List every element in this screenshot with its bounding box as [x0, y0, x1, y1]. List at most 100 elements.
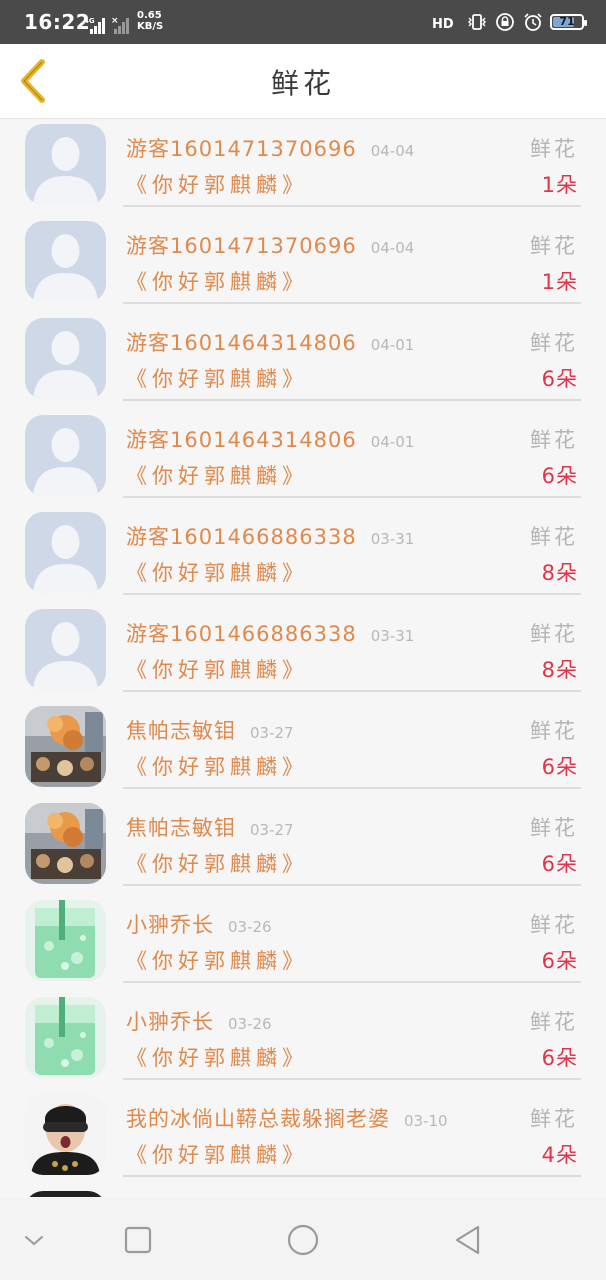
svg-text:HD: HD: [432, 17, 454, 32]
net-speed-value: 0.65: [137, 10, 162, 21]
sender-name: 游客1601464314806 04-01: [126, 327, 414, 357]
gift-date: 03-31: [370, 627, 415, 645]
battery-icon: 71: [550, 14, 587, 30]
avatar[interactable]: [25, 900, 106, 981]
page-title: 鲜花: [270, 67, 335, 100]
gift-date: 03-26: [228, 1015, 272, 1033]
divider: [123, 1175, 581, 1177]
status-time: 16:22: [24, 10, 91, 34]
sender-name: 游客1601471370696 04-04: [126, 133, 414, 163]
gift-date: 03-27: [250, 724, 294, 742]
gift-target: 《你好郭麒麟》: [126, 852, 308, 876]
gift-date: 03-31: [370, 530, 415, 548]
status-bar: 16:22 4G × 0.65 KB/S HD 71: [0, 0, 606, 44]
sender-name: 游客1601464314806 04-01: [126, 424, 414, 454]
battery-level: 71: [559, 15, 575, 28]
back-triangle-icon[interactable]: [448, 1220, 488, 1260]
divider: [123, 1078, 581, 1080]
recents-square-icon[interactable]: [118, 1220, 158, 1260]
gift-target: 《你好郭麒麟》: [126, 755, 308, 779]
gift-type: 鲜花: [530, 331, 578, 355]
alarm-icon: [524, 13, 542, 31]
gift-target: 《你好郭麒麟》: [126, 1046, 308, 1070]
gift-count: 1朵: [541, 270, 578, 294]
gift-count: 6朵: [541, 949, 578, 973]
lock-rotation-icon: [496, 13, 514, 31]
gift-type: 鲜花: [530, 137, 578, 161]
gift-date: 03-27: [250, 821, 294, 839]
sender-name-text: 游客1601471370696: [126, 137, 357, 161]
gift-type: 鲜花: [530, 234, 578, 258]
sender-name: 游客1601466886338 03-31: [126, 521, 414, 551]
gift-type: 鲜花: [530, 1107, 578, 1131]
gift-type: 鲜花: [530, 913, 578, 937]
sender-name-text: 焦帕志敏钼: [126, 719, 236, 743]
list-item[interactable]: 我的冰倘山鞯总裁躲搁老婆 03-10 鲜花《你好郭麒麟》 4朵: [0, 1089, 606, 1186]
sender-name-text: 我的冰倘山鞯总裁躲搁老婆: [126, 1107, 390, 1131]
gift-count: 6朵: [541, 464, 578, 488]
sender-name: 焦帕志敏钼 03-27: [126, 812, 294, 842]
svg-text:×: ×: [111, 16, 119, 26]
avatar[interactable]: [25, 609, 106, 690]
divider: [123, 496, 581, 498]
avatar[interactable]: [25, 1094, 106, 1175]
gift-count: 6朵: [541, 367, 578, 391]
avatar[interactable]: [25, 415, 106, 496]
gift-target: 《你好郭麒麟》: [126, 173, 308, 197]
sender-name: 游客1601466886338 03-31: [126, 618, 414, 648]
gift-type: 鲜花: [530, 816, 578, 840]
gift-target: 《你好郭麒麟》: [126, 270, 308, 294]
list-item-partial: [0, 1186, 606, 1197]
gift-date: 03-10: [404, 1112, 448, 1130]
gift-target: 《你好郭麒麟》: [126, 464, 308, 488]
avatar[interactable]: [25, 803, 106, 884]
gift-type: 鲜花: [530, 428, 578, 452]
list-item[interactable]: 游客1601466886338 03-31 鲜花 《你好郭麒麟》 8朵: [0, 507, 606, 604]
avatar[interactable]: [25, 512, 106, 593]
avatar: [25, 1191, 106, 1197]
divider: [123, 593, 581, 595]
avatar[interactable]: [25, 318, 106, 399]
avatar[interactable]: [25, 221, 106, 302]
svg-text:4G: 4G: [84, 17, 95, 25]
list-item[interactable]: 游客1601464314806 04-01 鲜花《你好郭麒麟》 6朵: [0, 410, 606, 507]
sender-name-text: 游客1601466886338: [126, 525, 357, 549]
home-circle-icon[interactable]: [283, 1220, 323, 1260]
sender-name: 小翀乔长 03-26: [126, 1006, 272, 1036]
gift-target: 《你好郭麒麟》: [126, 1143, 308, 1167]
divider: [123, 302, 581, 304]
list-item[interactable]: 焦帕志敏钼 03-27 鲜花 《你好郭麒麟》 6朵: [0, 798, 606, 895]
list-item[interactable]: 游客1601466886338 03-31 鲜花 《你好郭麒麟》 8朵: [0, 604, 606, 701]
gift-type: 鲜花: [530, 1010, 578, 1034]
divider: [123, 205, 581, 207]
avatar[interactable]: [25, 997, 106, 1078]
gift-count: 4朵: [541, 1143, 578, 1167]
sender-name-text: 游客1601464314806: [126, 428, 357, 452]
net-speed: 0.65 KB/S: [137, 10, 163, 32]
list-item[interactable]: 游客1601471370696 04-04 鲜花 《你好郭麒麟》 1朵: [0, 119, 606, 216]
divider: [123, 787, 581, 789]
divider: [123, 981, 581, 983]
gift-date: 04-01: [370, 433, 415, 451]
sender-name: 我的冰倘山鞯总裁躲搁老婆 03-10: [126, 1103, 448, 1133]
gift-type: 鲜花: [530, 525, 578, 549]
gift-count: 8朵: [541, 658, 578, 682]
gift-record-list[interactable]: 游客1601471370696 04-04 鲜花 《你好郭麒麟》 1朵 游客1601471…: [0, 119, 606, 1197]
hd-icon: HD: [432, 17, 454, 32]
list-item[interactable]: 游客1601471370696 04-04 鲜花 《你好郭麒麟》 1朵: [0, 216, 606, 313]
list-item[interactable]: 焦帕志敏钼 03-27 鲜花 《你好郭麒麟》 6朵: [0, 701, 606, 798]
sender-name-text: 小翀乔长: [126, 913, 214, 937]
list-item[interactable]: 小翀乔长 03-26 鲜花 《你好郭麒麟》 6朵: [0, 992, 606, 1089]
gift-type: 鲜花: [530, 622, 578, 646]
list-item[interactable]: 游客1601464314806 04-01 鲜花 《你好郭麒麟》 6朵: [0, 313, 606, 410]
gift-count: 8朵: [541, 561, 578, 585]
vibrate-icon: [468, 14, 486, 30]
chevron-down-icon[interactable]: [14, 1220, 54, 1260]
avatar[interactable]: [25, 706, 106, 787]
divider: [123, 690, 581, 692]
list-item[interactable]: 小翀乔长 03-26 鲜花 《你好郭麒麟》 6朵: [0, 895, 606, 992]
net-speed-unit: KB/S: [137, 21, 164, 32]
avatar[interactable]: [25, 124, 106, 205]
sender-name-text: 游客1601464314806: [126, 331, 357, 355]
gift-date: 04-04: [370, 239, 415, 257]
